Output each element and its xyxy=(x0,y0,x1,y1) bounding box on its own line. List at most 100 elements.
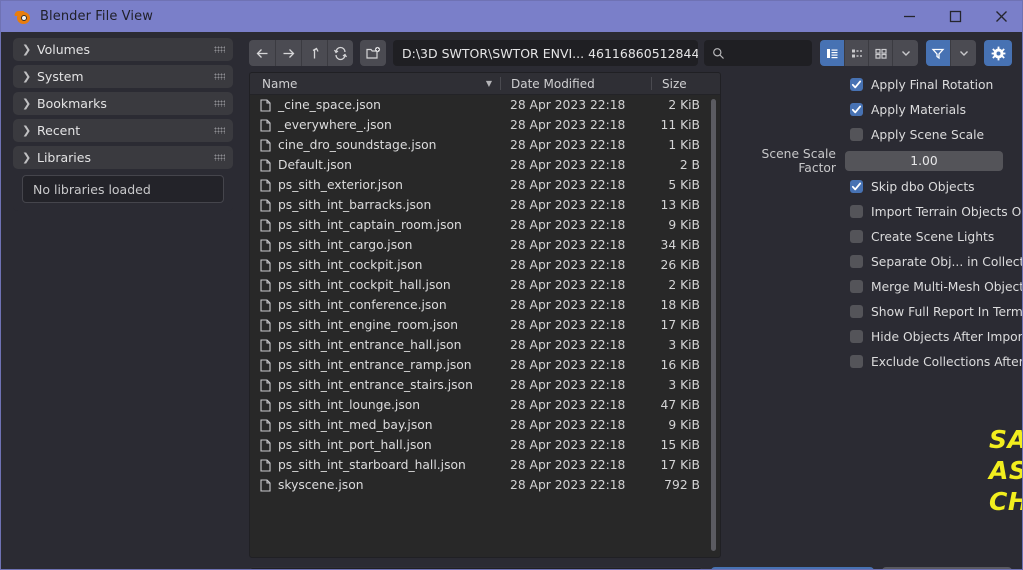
document-icon xyxy=(260,178,271,192)
checkmark-icon xyxy=(851,182,862,191)
option-row[interactable]: Show Full Report In Terminal xyxy=(725,299,1022,324)
table-row[interactable]: ps_sith_int_cockpit_hall.json 28 Apr 2023… xyxy=(250,275,720,295)
panel-grip-icon[interactable] xyxy=(214,73,225,80)
checkbox-exclude-collections-after-i[interactable] xyxy=(850,355,863,368)
file-name-cell: ps_sith_int_starboard_hall.json xyxy=(250,458,500,472)
column-header-date[interactable]: Date Modified xyxy=(501,77,651,91)
checkbox-separate-obj-in-collections[interactable] xyxy=(850,255,863,268)
table-row[interactable]: Default.json 28 Apr 2023 22:18 2 B xyxy=(250,155,720,175)
table-row[interactable]: ps_sith_int_lounge.json 28 Apr 2023 22:18… xyxy=(250,395,720,415)
option-row[interactable]: Separate Obj... in Collections xyxy=(725,249,1022,274)
sidebar-item-volumes[interactable]: ❯ Volumes xyxy=(13,38,233,61)
checkbox-create-scene-lights[interactable] xyxy=(850,230,863,243)
table-row[interactable]: ps_sith_int_captain_room.json 28 Apr 2023… xyxy=(250,215,720,235)
checkbox-apply-materials[interactable] xyxy=(850,103,863,116)
table-row[interactable]: ps_sith_int_entrance_ramp.json 28 Apr 202… xyxy=(250,355,720,375)
table-row[interactable]: ps_sith_exterior.json 28 Apr 2023 22:18 5 … xyxy=(250,175,720,195)
path-input[interactable]: D:\3D SWTOR\SWTOR ENVI... 46116860512844… xyxy=(393,40,698,66)
filter-chevron-down-icon[interactable] xyxy=(950,40,976,66)
file-size-cell: 3 KiB xyxy=(668,378,700,392)
table-row[interactable]: _everywhere_.json 28 Apr 2023 22:18 11 KiB xyxy=(250,115,720,135)
panel-grip-icon[interactable] xyxy=(214,154,225,161)
refresh-icon[interactable] xyxy=(327,40,353,66)
sidebar-item-system[interactable]: ❯ System xyxy=(13,65,233,88)
panel-grip-icon[interactable] xyxy=(214,100,225,107)
arrow-up-icon[interactable] xyxy=(301,40,327,66)
gear-icon[interactable] xyxy=(984,40,1012,66)
list-view-icon[interactable] xyxy=(820,40,844,66)
detail-view-icon[interactable] xyxy=(844,40,868,66)
file-size-cell: 47 KiB xyxy=(660,398,700,412)
table-row[interactable]: ps_sith_int_engine_room.json 28 Apr 2023 … xyxy=(250,315,720,335)
document-icon xyxy=(260,358,271,372)
document-icon xyxy=(260,118,271,132)
file-date-cell: 28 Apr 2023 22:18 xyxy=(510,338,626,352)
close-icon[interactable] xyxy=(978,1,1022,32)
file-name-label: ps_sith_int_med_bay.json xyxy=(278,418,433,432)
file-date-cell: 28 Apr 2023 22:18 xyxy=(510,278,626,292)
search-input[interactable] xyxy=(704,40,812,66)
new-folder-icon[interactable] xyxy=(360,40,386,66)
option-row[interactable]: Hide Objects After Importing xyxy=(725,324,1022,349)
sidebar-item-libraries[interactable]: ❯ Libraries xyxy=(13,146,233,169)
option-row[interactable]: Skip dbo Objects xyxy=(725,174,1012,199)
table-row[interactable]: ps_sith_int_cockpit.json 28 Apr 2023 22:1… xyxy=(250,255,720,275)
table-row[interactable]: ps_sith_int_port_hall.json 28 Apr 2023 22… xyxy=(250,435,720,455)
option-label: Apply Materials xyxy=(871,102,966,117)
checkbox-hide-objects-after-importing[interactable] xyxy=(850,330,863,343)
table-row[interactable]: cine_dro_soundstage.json 28 Apr 2023 22:1… xyxy=(250,135,720,155)
option-row[interactable]: Create Scene Lights xyxy=(725,224,1012,249)
thumbnail-view-icon[interactable] xyxy=(868,40,892,66)
option-row[interactable]: Apply Scene Scale xyxy=(725,122,1012,147)
file-size-cell: 26 KiB xyxy=(660,258,700,272)
arrow-left-icon[interactable] xyxy=(249,40,275,66)
file-list-scrollbar[interactable] xyxy=(711,99,716,551)
display-options-chevron-down-icon[interactable] xyxy=(892,40,918,66)
maximize-icon[interactable] xyxy=(932,1,978,32)
file-date-cell: 28 Apr 2023 22:18 xyxy=(510,258,626,272)
table-row[interactable]: ps_sith_int_barracks.json 28 Apr 2023 22:… xyxy=(250,195,720,215)
file-name-label: ps_sith_int_conference.json xyxy=(278,298,447,312)
chevron-right-icon: ❯ xyxy=(22,97,32,110)
checkbox-apply-scene-scale[interactable] xyxy=(850,128,863,141)
checkbox-show-full-report-in-terminal[interactable] xyxy=(850,305,863,318)
table-row[interactable]: ps_sith_int_entrance_hall.json 28 Apr 202… xyxy=(250,335,720,355)
table-row[interactable]: skyscene.json 28 Apr 2023 22:18 792 B xyxy=(250,475,720,495)
option-label: Exclude Collections After I... xyxy=(871,354,1023,369)
file-date-cell: 28 Apr 2023 22:18 xyxy=(510,478,626,492)
file-date-cell: 28 Apr 2023 22:18 xyxy=(510,398,626,412)
table-row[interactable]: ps_sith_int_cargo.json 28 Apr 2023 22:18 3… xyxy=(250,235,720,255)
sidebar-item-recent[interactable]: ❯ Recent xyxy=(13,119,233,142)
table-row[interactable]: ps_sith_int_conference.json 28 Apr 2023 2… xyxy=(250,295,720,315)
arrow-right-icon[interactable] xyxy=(275,40,301,66)
scene-scale-factor-input[interactable]: 1.00 xyxy=(845,150,1003,171)
option-row[interactable]: Merge Multi-Mesh Objects xyxy=(725,274,1022,299)
file-name-cell: ps_sith_int_captain_room.json xyxy=(250,218,500,232)
checkbox-apply-final-rotation[interactable] xyxy=(850,78,863,91)
checkbox-merge-multi-mesh-objects[interactable] xyxy=(850,280,863,293)
option-row[interactable]: Import Terrain Objects Only xyxy=(725,199,1022,224)
sidebar: ❯ Volumes ❯ System ❯ Bookmarks ❯ Recent … xyxy=(5,32,241,569)
column-header-name[interactable]: Name ▼ xyxy=(250,77,500,91)
checkbox-skip-dbo-objects[interactable] xyxy=(850,180,863,193)
table-row[interactable]: ps_sith_int_entrance_stairs.json 28 Apr 2… xyxy=(250,375,720,395)
checkbox-import-terrain-objects-only[interactable] xyxy=(850,205,863,218)
minimize-icon[interactable] xyxy=(886,1,932,32)
file-name-label: _everywhere_.json xyxy=(278,118,392,132)
option-row[interactable]: Exclude Collections After I... xyxy=(725,349,1022,374)
table-row[interactable]: ps_sith_int_starboard_hall.json 28 Apr 20… xyxy=(250,455,720,475)
sidebar-item-bookmarks[interactable]: ❯ Bookmarks xyxy=(13,92,233,115)
blender-file-view-window: Blender File View ❯ Volumes ❯ System ❯ B… xyxy=(0,0,1023,570)
document-icon xyxy=(260,238,271,252)
panel-grip-icon[interactable] xyxy=(214,127,225,134)
table-row[interactable]: _cine_space.json 28 Apr 2023 22:18 2 KiB xyxy=(250,95,720,115)
file-size-cell: 2 KiB xyxy=(668,98,700,112)
filter-funnel-icon[interactable] xyxy=(926,40,950,66)
column-header-size[interactable]: Size xyxy=(652,77,720,91)
file-size-cell: 15 KiB xyxy=(660,438,700,452)
option-row[interactable]: Apply Materials xyxy=(725,97,1012,122)
navigation-button-group xyxy=(249,40,353,66)
option-row[interactable]: Apply Final Rotation xyxy=(725,72,1012,97)
table-row[interactable]: ps_sith_int_med_bay.json 28 Apr 2023 22:1… xyxy=(250,415,720,435)
panel-grip-icon[interactable] xyxy=(214,46,225,53)
